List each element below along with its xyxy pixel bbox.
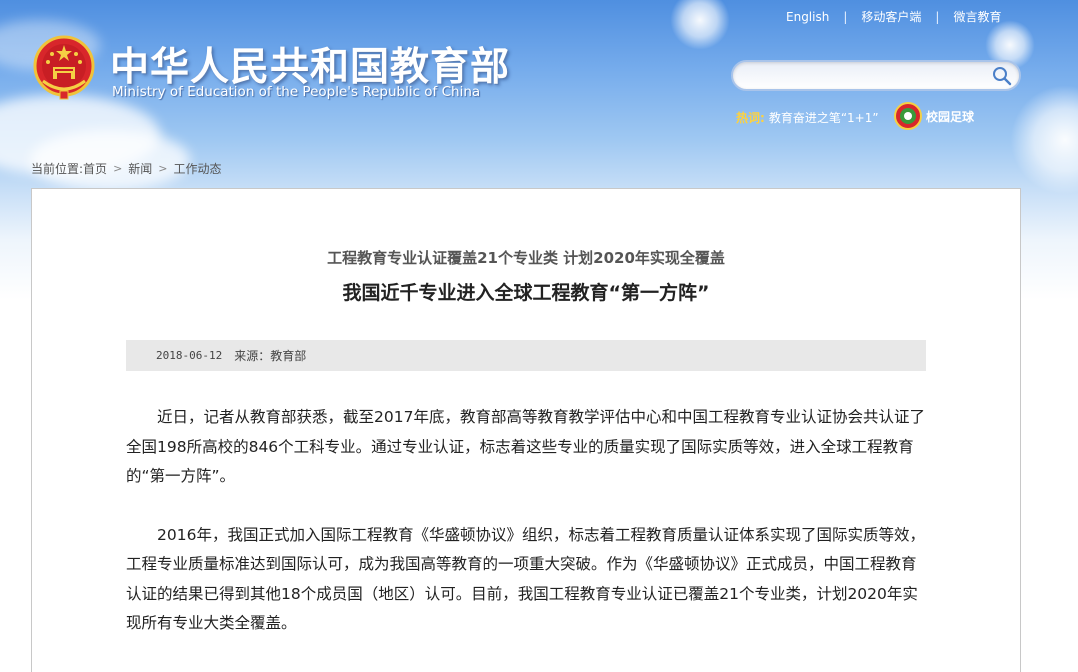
chevron-right-icon: > [113, 162, 123, 175]
search-icon[interactable] [991, 65, 1013, 87]
divider: | [935, 9, 940, 24]
breadcrumb: 当前位置: 首页 > 新闻 > 工作动态 [31, 160, 222, 177]
top-links: English | 移动客户端 | 微言教育 [786, 8, 1001, 25]
breadcrumb-home[interactable]: 首页 [83, 160, 107, 177]
divider: | [843, 9, 848, 24]
hot-item-link[interactable]: 教育奋进之笔“1+1” [769, 109, 879, 126]
ministry-title-en: Ministry of Education of the People's Re… [112, 84, 481, 100]
article-meta: 2018-06-12 来源：教育部 [126, 340, 926, 371]
article-body: 近日，记者从教育部获悉，截至2017年底，教育部高等教育教学评估中心和中国工程教… [126, 403, 931, 668]
campus-football-link[interactable]: 校园足球 [894, 102, 974, 130]
article-panel: 工程教育专业认证覆盖21个专业类 计划2020年实现全覆盖 我国近千专业进入全球… [31, 188, 1021, 672]
football-label: 校园足球 [926, 109, 975, 124]
breadcrumb-prefix: 当前位置: [31, 162, 84, 176]
mobile-client-link[interactable]: 移动客户端 [861, 8, 921, 25]
search-box [731, 60, 1021, 91]
search-input[interactable] [745, 66, 985, 86]
breadcrumb-news[interactable]: 新闻 [128, 160, 152, 177]
dandelion-decoration [670, 0, 730, 50]
dandelion-decoration [1010, 85, 1078, 195]
article-source: 来源：教育部 [234, 349, 307, 363]
chevron-right-icon: > [158, 162, 168, 175]
hot-words: 热词: 教育奋进之笔“1+1” [736, 109, 879, 126]
article-headline: 我国近千专业进入全球工程教育“第一方阵” [342, 282, 710, 304]
article-paragraph: 近日，记者从教育部获悉，截至2017年底，教育部高等教育教学评估中心和中国工程教… [126, 408, 925, 485]
hot-label: 热词: [736, 111, 765, 125]
article-subtitle: 工程教育专业认证覆盖21个专业类 计划2020年实现全覆盖 [327, 249, 725, 267]
english-link[interactable]: English [786, 10, 829, 24]
football-icon [894, 102, 922, 130]
breadcrumb-work-news[interactable]: 工作动态 [174, 160, 222, 177]
article-paragraph: 2016年，我国正式加入国际工程教育《华盛顿协议》组织，标志着工程教育质量认证体… [126, 525, 925, 633]
article-date: 2018-06-12 [156, 349, 223, 362]
weiyan-link[interactable]: 微言教育 [953, 8, 1001, 25]
national-emblem-icon [33, 35, 95, 100]
